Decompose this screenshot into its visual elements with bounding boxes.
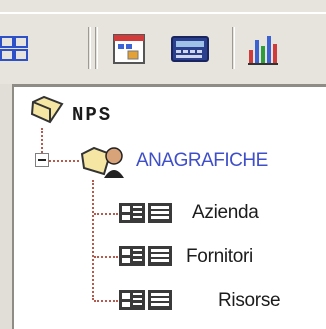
calculator-icon[interactable] <box>170 34 210 64</box>
tree-connector <box>49 160 79 162</box>
toolbar <box>0 0 326 84</box>
card-icon <box>118 288 174 312</box>
tree-connector <box>92 180 94 300</box>
toolbar-separator <box>95 27 98 69</box>
toolbar-separator <box>88 27 91 69</box>
window-icon[interactable] <box>112 32 146 66</box>
tree-connector <box>94 300 118 302</box>
panel-border <box>0 84 14 329</box>
collapse-toggle[interactable] <box>35 153 49 167</box>
toolbar-separator <box>232 27 235 69</box>
grid-icon[interactable] <box>0 34 30 64</box>
tree-child-label: Azienda <box>192 202 259 223</box>
bar-chart-icon[interactable] <box>246 32 280 66</box>
tree-connector <box>41 128 43 153</box>
tree-root-label: NPS <box>72 104 113 126</box>
toolbar-top-edge <box>0 12 326 14</box>
card-icon <box>118 244 174 268</box>
folder-user-icon <box>80 140 130 180</box>
folder-icon <box>30 94 66 126</box>
tree-child-label: Fornitori <box>186 246 253 267</box>
tree-connector <box>94 213 118 215</box>
panel-border <box>0 84 326 87</box>
tree-group-label: ANAGRAFICHE <box>136 150 268 171</box>
tree-child-label: Risorse <box>218 290 281 311</box>
card-icon <box>118 201 174 225</box>
tree-connector <box>94 256 118 258</box>
